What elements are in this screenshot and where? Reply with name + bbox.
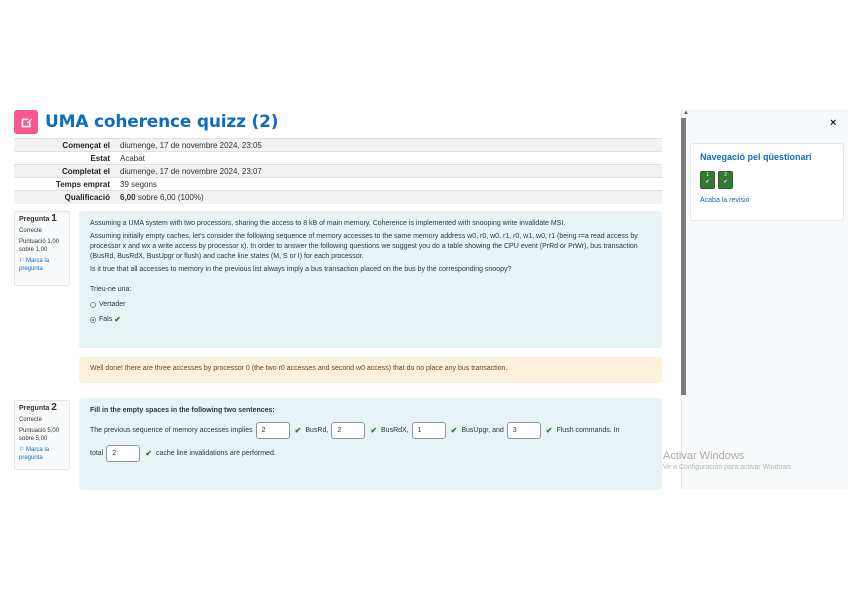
question-2-info: Pregunta 2 Correcte Puntuació 5,00 sobre…	[14, 400, 70, 470]
correct-check-icon: ✔	[705, 179, 710, 185]
summary-value: diumenge, 17 de novembre 2024, 23:05	[116, 138, 662, 152]
answer-prompt: Trieu-ne una:	[90, 286, 132, 293]
page-scrollbar[interactable]	[681, 118, 686, 395]
question-heading: Fill in the empty spaces in the followin…	[90, 407, 275, 414]
question-1-feedback: Well done! there are three accesses by p…	[79, 357, 662, 383]
question-number: Pregunta 1	[19, 213, 65, 224]
radio-false[interactable]	[90, 317, 96, 323]
fill-sentence-1: The previous sequence of memory accesses…	[90, 422, 651, 439]
sentence-text: The previous sequence of memory accesses…	[90, 426, 253, 434]
summary-label: Començat el	[14, 138, 116, 152]
question-text: Is it true that all accesses to memory i…	[90, 266, 512, 273]
sentence-text: BusRd,	[305, 426, 329, 434]
nav-question-2-button[interactable]: 2 ✔	[718, 171, 733, 189]
question-state: Correcte	[19, 228, 43, 234]
quiz-navigation-title: Navegació pel qüestionari	[700, 152, 812, 162]
correct-check-icon: ✔	[545, 425, 553, 435]
correct-check-icon: ✔	[145, 448, 152, 458]
correct-check-icon: ✔	[450, 425, 458, 435]
sentence-text: BusUpgr, and	[461, 426, 504, 434]
question-label: Pregunta	[19, 405, 50, 412]
correct-check-icon: ✔	[370, 425, 378, 435]
summary-value: Acabat	[116, 151, 662, 165]
question-text: Assuming a UMA system with two processor…	[90, 220, 566, 227]
question-1-info: Pregunta 1 Correcte Puntuació 1,00 sobre…	[14, 211, 70, 286]
question-number-value: 1	[51, 213, 57, 224]
radio-true[interactable]	[90, 302, 96, 308]
sentence-text: BusRdX,	[381, 426, 409, 434]
sentence-text: Flush commands. In	[556, 426, 620, 434]
summary-label: Completat el	[14, 164, 116, 178]
busrd-count-input[interactable]: 2	[255, 422, 290, 439]
invalidations-count-input[interactable]: 2	[106, 445, 141, 462]
summary-value: 39 segons	[116, 177, 662, 191]
quiz-navigation-block: Navegació pel qüestionari 1 ✔ 2 ✔ Acaba la…	[690, 143, 844, 221]
summary-value: 6,00 sobre 6,00 (100%)	[116, 190, 662, 204]
fill-sentence-2: total 2 ✔ cache line invalidations are pe…	[90, 445, 651, 462]
nav-button-number: 2	[724, 172, 727, 178]
summary-label: Temps emprat	[14, 177, 116, 191]
question-grade: Puntuació 5,00 sobre 5,00	[19, 428, 60, 442]
summary-value: diumenge, 17 de novembre 2024, 23:07	[116, 164, 662, 178]
nav-button-number: 1	[706, 172, 709, 178]
question-number: Pregunta 2	[19, 402, 65, 413]
question-text: Assuming initially empty caches, let's c…	[90, 233, 638, 260]
page-header: UMA coherence quizz (2)	[14, 110, 279, 134]
summary-row-state: Estat Acabat	[14, 151, 662, 165]
quiz-review-page: UMA coherence quizz (2) Començat el dium…	[0, 0, 848, 599]
summary-row-started: Començat el diumenge, 17 de novembre 202…	[14, 138, 662, 152]
question-state: Correcte	[19, 417, 43, 423]
activate-windows-watermark: Activar Windows	[663, 450, 745, 462]
question-1-content: Assuming a UMA system with two processor…	[79, 211, 662, 348]
question-2-content: Fill in the empty spaces in the followin…	[79, 398, 662, 490]
question-nav-buttons: 1 ✔ 2 ✔	[700, 171, 834, 189]
option-true[interactable]: Vertader	[90, 300, 651, 310]
close-drawer-icon[interactable]: ×	[830, 117, 836, 129]
option-label: Fals	[99, 316, 113, 323]
option-false[interactable]: Fals ✔	[90, 315, 651, 325]
attempt-summary-table: Començat el diumenge, 17 de novembre 202…	[14, 138, 662, 204]
page-title: UMA coherence quizz (2)	[45, 112, 279, 132]
nav-question-1-button[interactable]: 1 ✔	[700, 171, 715, 189]
option-label: Vertader	[99, 301, 126, 308]
quiz-icon	[14, 110, 38, 134]
summary-label: Qualificació	[14, 190, 116, 204]
scroll-up-icon[interactable]: ▲	[683, 110, 689, 116]
grade-score: 6,00	[120, 192, 136, 202]
busrdx-count-input[interactable]: 2	[331, 422, 366, 439]
correct-check-icon: ✔	[294, 425, 302, 435]
summary-row-completed: Completat el diumenge, 17 de novembre 20…	[14, 164, 662, 178]
summary-row-grade: Qualificació 6,00 sobre 6,00 (100%)	[14, 190, 662, 204]
sentence-text: cache line invalidations are performed.	[155, 449, 276, 457]
summary-row-time-taken: Temps emprat 39 segons	[14, 177, 662, 191]
correct-check-icon: ✔	[114, 315, 121, 324]
correct-check-icon: ✔	[723, 179, 728, 185]
flag-question-link[interactable]: ⚐ Marca la pregunta	[19, 257, 65, 273]
question-label: Pregunta	[19, 216, 50, 223]
finish-review-link[interactable]: Acaba la revisió	[700, 197, 834, 204]
grade-total: sobre 6,00 (100%)	[137, 192, 204, 202]
flag-question-label: Marca la pregunta	[19, 447, 50, 461]
question-grade: Puntuació 1,00 sobre 1,00	[19, 239, 60, 253]
sentence-text: total	[90, 449, 104, 457]
summary-label: Estat	[14, 151, 116, 165]
busupgr-count-input[interactable]: 1	[411, 422, 446, 439]
flag-question-label: Marca la pregunta	[19, 258, 50, 272]
flag-question-link[interactable]: ⚐ Marca la pregunta	[19, 446, 65, 462]
activate-windows-subtext: Ve a Configuración para activar Windows.	[663, 464, 793, 471]
flush-count-input[interactable]: 3	[506, 422, 541, 439]
question-number-value: 2	[51, 402, 57, 413]
